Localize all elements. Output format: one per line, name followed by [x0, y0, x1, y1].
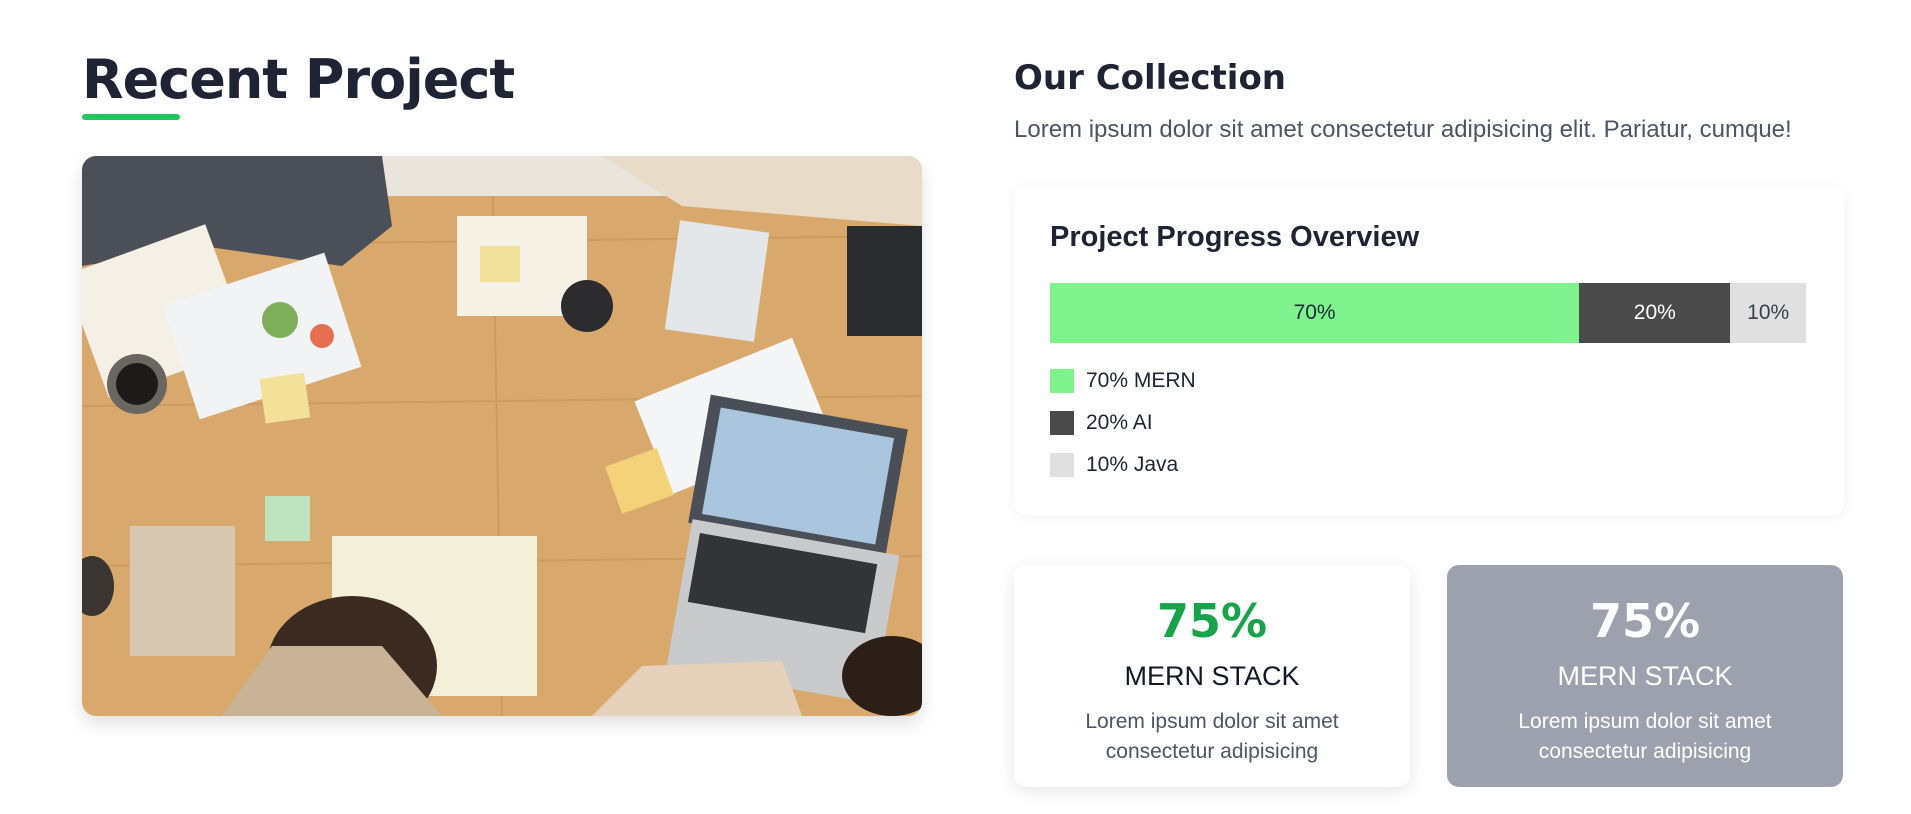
- legend-item: 70% MERN: [1050, 369, 1808, 393]
- stat-card-mern: 75% MERN STACK Lorem ipsum dolor sit ame…: [1014, 565, 1410, 787]
- stat-value: 75%: [1156, 594, 1268, 648]
- collection-header: Our Collection Lorem ipsum dolor sit ame…: [1014, 56, 1844, 146]
- legend-swatch: [1050, 369, 1074, 393]
- stat-description: Lorem ipsum dolor sit amet consectetur a…: [1085, 710, 1339, 763]
- progress-title: Project Progress Overview: [1050, 221, 1420, 253]
- stat-description: Lorem ipsum dolor sit amet consectetur a…: [1518, 710, 1772, 763]
- stat-name: MERN STACK: [1124, 661, 1300, 691]
- progress-segment-ai: 20%: [1579, 283, 1731, 343]
- legend-label: 20% AI: [1086, 411, 1153, 434]
- recent-project-header: Recent Project: [82, 48, 922, 120]
- page-title: Recent Project: [82, 48, 515, 111]
- legend-swatch: [1050, 453, 1074, 477]
- progress-bar: 70% 20% 10%: [1050, 283, 1806, 343]
- project-photo: [82, 156, 922, 716]
- stat-card-mern-dark: 75% MERN STACK Lorem ipsum dolor sit ame…: [1447, 565, 1843, 787]
- title-underline: [82, 114, 180, 120]
- legend-label: 70% MERN: [1086, 369, 1196, 392]
- legend-item: 10% Java: [1050, 453, 1808, 477]
- legend-swatch: [1050, 411, 1074, 435]
- stat-value: 75%: [1589, 594, 1701, 648]
- progress-segment-mern: 70%: [1050, 283, 1580, 343]
- collection-title: Our Collection: [1014, 58, 1287, 98]
- progress-card: Project Progress Overview 70% 20% 10% 70% …: [1014, 185, 1844, 515]
- legend-item: 20% AI: [1050, 411, 1808, 435]
- progress-legend: 70% MERN 20% AI 10% Java: [1050, 369, 1808, 477]
- collection-description: Lorem ipsum dolor sit amet consectetur a…: [1014, 116, 1792, 143]
- progress-segment-java: 10%: [1730, 283, 1806, 343]
- stat-name: MERN STACK: [1557, 661, 1733, 691]
- legend-label: 10% Java: [1086, 453, 1179, 476]
